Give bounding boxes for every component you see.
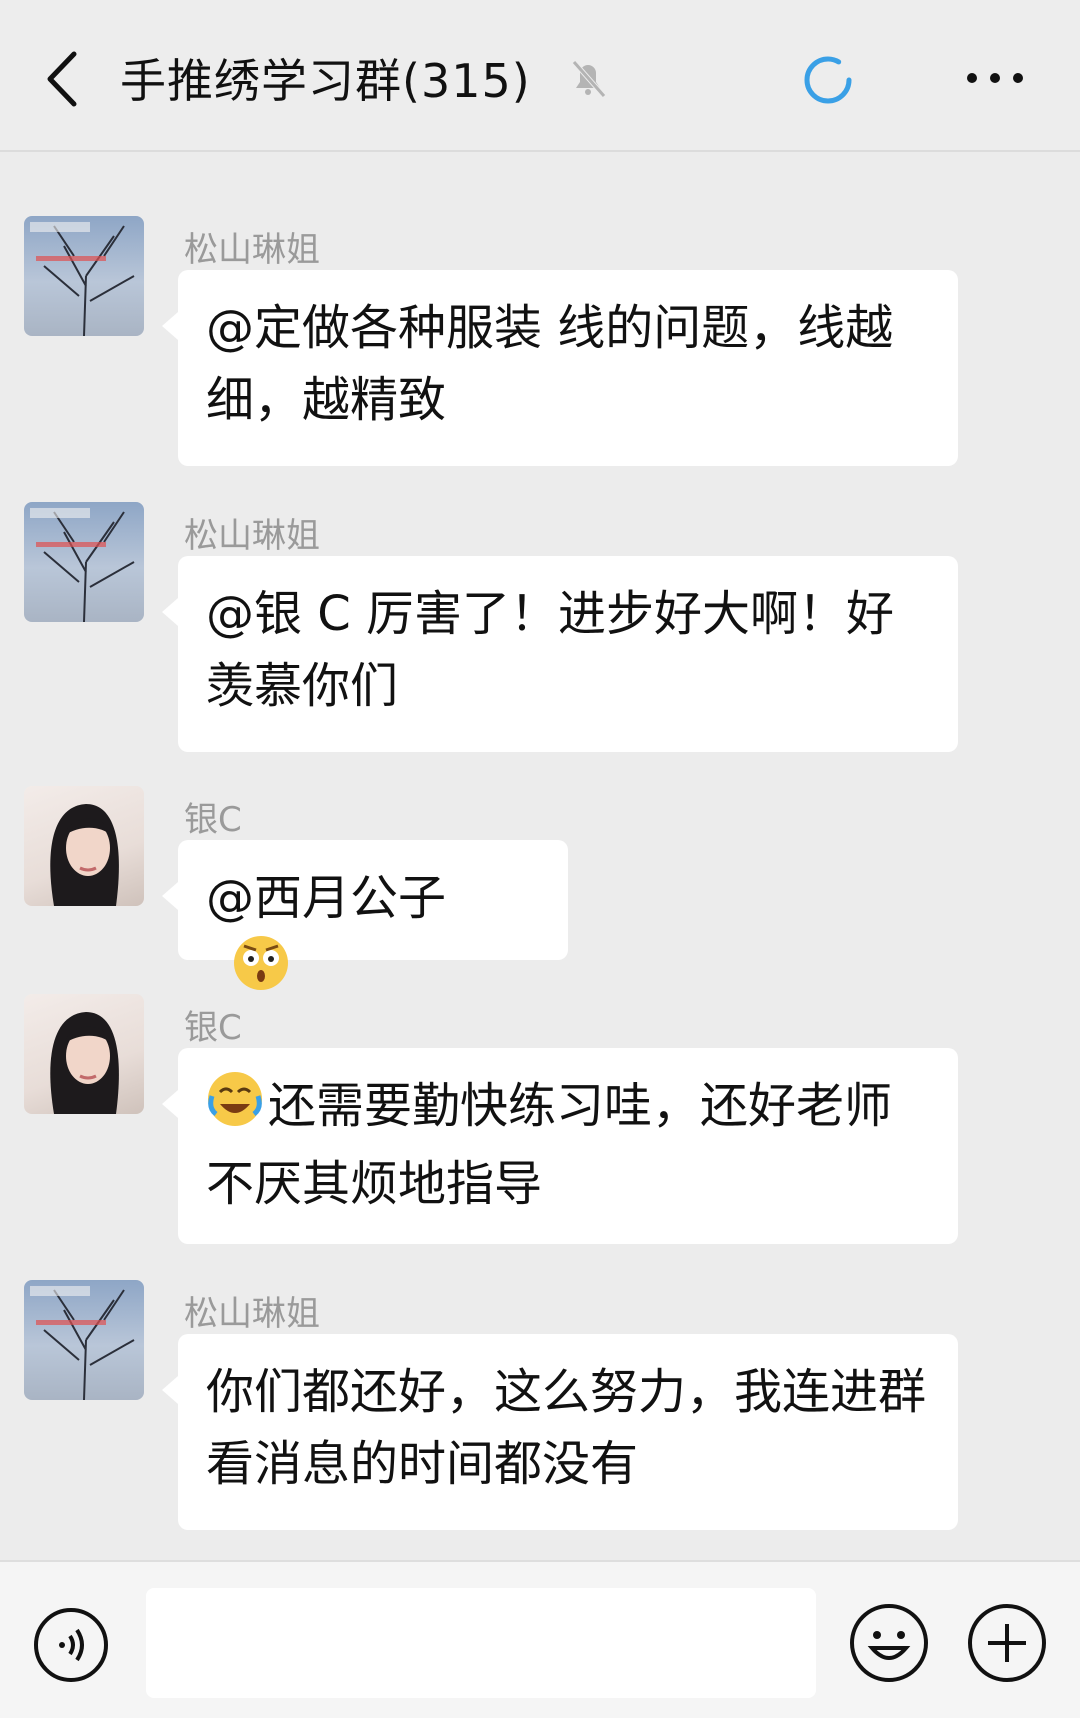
sender-name: 松山琳姐 xyxy=(184,1294,320,1334)
message-bubble[interactable]: 还需要勤快练习哇，还好老师不厌其烦地指导 xyxy=(162,1048,958,1244)
message-bubble[interactable]: 你们都还好，这么努力，我连进群看消息的时间都没有 xyxy=(162,1334,958,1530)
tree-avatar[interactable] xyxy=(24,1280,144,1400)
sender-name: 松山琳姐 xyxy=(184,516,320,556)
sender-name: 松山琳姐 xyxy=(184,230,320,270)
more-dots-icon[interactable] xyxy=(960,58,1030,98)
girl-avatar[interactable] xyxy=(24,994,144,1114)
laugh-cry-emoji xyxy=(206,1070,264,1148)
plus-icon[interactable] xyxy=(966,1602,1048,1684)
composer-bar xyxy=(0,1560,1080,1718)
message-input[interactable] xyxy=(146,1588,816,1698)
emoji-icon[interactable] xyxy=(848,1602,930,1684)
message-bubble[interactable]: @西月公子 xyxy=(162,840,568,990)
sender-name: 银C xyxy=(184,1008,242,1048)
chevron-left-icon[interactable] xyxy=(36,44,96,114)
message-bubble[interactable]: @银 C 厉害了！进步好大啊！好羡慕你们 xyxy=(162,556,958,752)
tree-avatar[interactable] xyxy=(24,502,144,622)
message-text: @西月公子 xyxy=(206,870,447,926)
loading-spinner-icon xyxy=(800,52,856,108)
sender-name: 银C xyxy=(184,800,242,840)
chat-title: 手推绣学习群(315) xyxy=(120,54,531,108)
muted-bell-icon xyxy=(566,56,610,100)
message-text: 还需要勤快练习哇，还好老师不厌其烦地指导 xyxy=(206,1078,893,1212)
tree-avatar[interactable] xyxy=(24,216,144,336)
message-bubble[interactable]: @定做各种服装 线的问题，线越细，越精致 xyxy=(162,270,958,466)
title-bar: 手推绣学习群(315) xyxy=(0,0,1080,152)
voice-icon[interactable] xyxy=(32,1606,110,1684)
girl-avatar[interactable] xyxy=(24,786,144,906)
